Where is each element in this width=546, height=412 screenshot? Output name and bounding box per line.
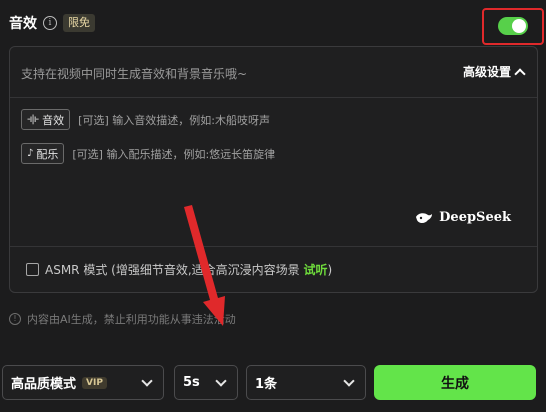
deepseek-brand: DeepSeek bbox=[415, 210, 511, 225]
sound-effects-header: 音效 i 限免 bbox=[9, 11, 95, 35]
sound-effect-chip[interactable]: -ı|ı- 音效 bbox=[21, 109, 71, 130]
music-note-icon: ♪ bbox=[27, 148, 33, 159]
sound-effect-prompt-row: -ı|ı- 音效 [可选] 输入音效描述，例如:木船吱呀声 bbox=[21, 109, 270, 130]
music-chip-label: 配乐 bbox=[36, 147, 59, 161]
deepseek-whale-icon bbox=[416, 212, 433, 223]
deepseek-brand-name: DeepSeek bbox=[439, 210, 511, 225]
duration-value: 5s bbox=[183, 375, 200, 390]
info-icon[interactable]: i bbox=[43, 16, 57, 30]
music-prompt-row: ♪ 配乐 [可选] 输入配乐描述，例如:悠远长笛旋律 bbox=[21, 143, 275, 164]
count-select[interactable]: 1条 bbox=[246, 365, 366, 400]
vip-badge: VIP bbox=[82, 376, 107, 389]
chevron-down-icon bbox=[343, 375, 355, 387]
sound-settings-panel: 支持在视频中同时生成音效和背景音乐哦~ 高级设置 -ı|ı- 音效 [可选] 输… bbox=[9, 46, 538, 293]
ai-disclaimer: ! 内容由AI生成，禁止利用功能从事违法活动 bbox=[9, 311, 236, 327]
generation-controls: 高品质模式 VIP 5s 1条 生成 bbox=[2, 365, 542, 400]
quality-mode-select[interactable]: 高品质模式 VIP bbox=[2, 365, 164, 400]
disclaimer-text: 内容由AI生成，禁止利用功能从事违法活动 bbox=[27, 313, 236, 326]
main-prompt-placeholder: 支持在视频中同时生成音效和背景音乐哦~ bbox=[21, 67, 248, 81]
advanced-settings-toggle[interactable]: 高级设置 bbox=[462, 63, 526, 80]
count-value: 1条 bbox=[255, 377, 278, 392]
sound-effects-toggle[interactable] bbox=[498, 17, 528, 35]
chevron-up-icon bbox=[514, 67, 526, 80]
chevron-down-icon bbox=[141, 375, 153, 387]
free-badge: 限免 bbox=[63, 14, 95, 32]
generate-button[interactable]: 生成 bbox=[374, 365, 536, 400]
asmr-label: ASMR 模式 (增强细节音效,适合高沉浸内容场景 试听) bbox=[45, 263, 333, 277]
sound-effect-chip-label: 音效 bbox=[42, 113, 65, 127]
waveform-icon: -ı|ı- bbox=[27, 114, 39, 125]
chevron-down-icon bbox=[215, 375, 227, 387]
music-chip[interactable]: ♪ 配乐 bbox=[21, 143, 65, 164]
toggle-knob bbox=[512, 19, 526, 33]
sound-effects-title: 音效 bbox=[9, 16, 37, 32]
asmr-section: ASMR 模式 (增强细节音效,适合高沉浸内容场景 试听) bbox=[10, 246, 537, 292]
music-input[interactable]: [可选] 输入配乐描述，例如:悠远长笛旋律 bbox=[72, 146, 275, 162]
warning-info-icon: ! bbox=[9, 313, 21, 325]
asmr-checkbox[interactable] bbox=[26, 263, 39, 276]
duration-select[interactable]: 5s bbox=[174, 365, 238, 400]
advanced-settings-label: 高级设置 bbox=[462, 65, 511, 79]
asmr-listen-link[interactable]: 试听 bbox=[303, 263, 327, 277]
asmr-option[interactable]: ASMR 模式 (增强细节音效,适合高沉浸内容场景 试听) bbox=[26, 261, 332, 278]
toggle-highlight-frame bbox=[482, 8, 544, 45]
sound-effect-input[interactable]: [可选] 输入音效描述，例如:木船吱呀声 bbox=[78, 112, 270, 128]
quality-mode-value: 高品质模式 bbox=[11, 377, 77, 392]
main-prompt-area[interactable]: 支持在视频中同时生成音效和背景音乐哦~ 高级设置 bbox=[10, 47, 537, 98]
